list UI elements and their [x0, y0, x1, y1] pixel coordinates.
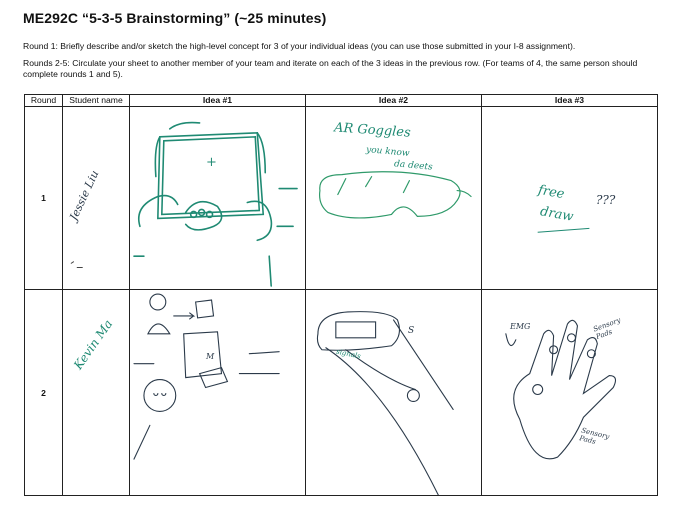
table-row: 2 Kevin Ma M S signals EMG Sensory Pads …	[24, 289, 658, 496]
page-title: ME292C “5-3-5 Brainstorming” (~25 minute…	[23, 10, 327, 26]
round1-instruction: Round 1: Briefly describe and/or sketch …	[23, 41, 576, 51]
col-header-idea1: Idea #1	[129, 94, 306, 107]
idea3-emg-label: EMG	[510, 322, 531, 331]
signals-sketch	[316, 311, 454, 495]
phone-sketch	[133, 121, 298, 287]
brainstorm-table: Round Student name Idea #1 Idea #2 Idea …	[24, 94, 658, 496]
col-header-idea2: Idea #2	[305, 94, 482, 107]
table-row: 1 Jessie Liu + AR Goggles you know da de…	[24, 106, 658, 290]
student-name-handwritten: Kevin Ma	[71, 317, 116, 373]
table-header-row: Round Student name Idea #1 Idea #2 Idea …	[24, 94, 658, 107]
idea1-sketch-person: M	[129, 289, 306, 496]
col-header-idea3: Idea #3	[481, 94, 658, 107]
idea2-sketch-goggles: AR Goggles you know da deets	[305, 106, 482, 290]
student-name-cell: Kevin Ma	[62, 289, 130, 496]
idea3-underline	[537, 227, 590, 233]
rounds2-5-instruction: Rounds 2-5: Circulate your sheet to anot…	[23, 58, 638, 79]
person-sketch	[133, 293, 280, 460]
idea2-s-label: S	[408, 326, 415, 336]
idea1-sketch-phone: +	[129, 106, 306, 290]
col-header-student: Student name	[62, 94, 130, 107]
idea1-m-mark: M	[206, 352, 215, 361]
idea3-free-draw: free draw ???	[481, 106, 658, 290]
idea3-sketch-glove: EMG Sensory Pads Sensory Pads	[481, 289, 658, 496]
idea2-sketch-signals: S signals	[305, 289, 482, 496]
pencil-marks	[70, 261, 83, 268]
col-header-round: Round	[24, 94, 63, 107]
glove-sketch	[505, 319, 617, 460]
idea1-plus-mark: +	[206, 155, 217, 170]
round-number: 2	[24, 289, 63, 496]
round-number: 1	[24, 106, 63, 290]
student-name-cell: Jessie Liu	[62, 106, 130, 290]
